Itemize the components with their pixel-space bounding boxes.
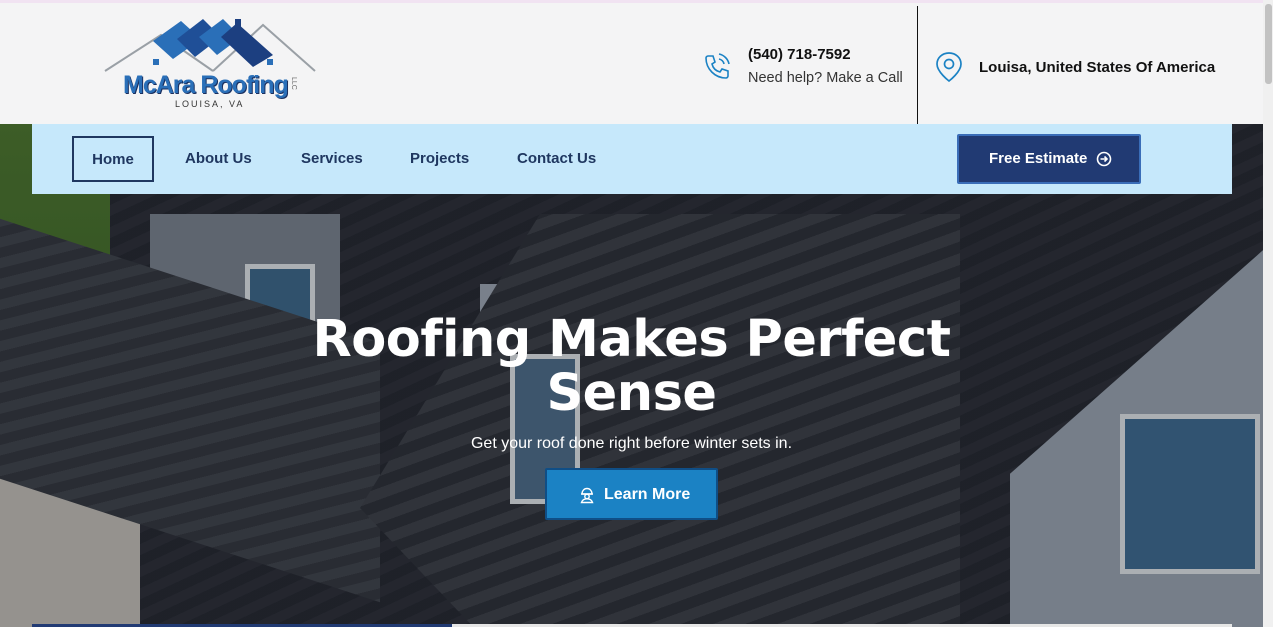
nav-item-services[interactable]: Services [301,150,363,167]
location-text: Louisa, United States Of America [979,59,1216,76]
learn-more-label: Learn More [604,486,691,503]
scrollbar-thumb[interactable] [1265,4,1272,84]
nav-item-about-us[interactable]: About Us [185,150,252,167]
hero-title: Roofing Makes Perfect Sense [312,310,951,423]
nav-item-label: Home [92,151,134,168]
arrow-circle-right-icon [1096,151,1112,167]
nav-item-home[interactable]: Home [72,136,154,182]
header-divider [917,6,918,127]
free-estimate-button[interactable]: Free Estimate [957,134,1141,184]
worker-icon [580,487,594,504]
page-scrollbar[interactable] [1263,0,1273,627]
logo-name: McAra Roofing [123,71,289,99]
phone-number[interactable]: (540) 718-7592 [748,46,851,63]
learn-more-button[interactable]: Learn More [545,468,718,520]
phone-call-icon [705,53,730,79]
phone-help-text: Need help? Make a Call [748,70,903,86]
main-navigation: Home About Us Services Projects Contact … [32,124,1232,194]
nav-item-projects[interactable]: Projects [410,150,469,167]
logo-location: LOUISA, VA [175,99,245,109]
hero-subtitle: Get your roof done right before winter s… [470,435,793,452]
company-logo[interactable]: McAra Roofing LLC LOUISA, VA [103,15,318,110]
map-pin-icon [936,52,962,83]
nav-item-contact-us[interactable]: Contact Us [517,150,596,167]
free-estimate-label: Free Estimate [989,150,1088,167]
logo-suffix: LLC [290,77,297,90]
site-header: McAra Roofing LLC LOUISA, VA (540) 718-7… [0,0,1263,127]
